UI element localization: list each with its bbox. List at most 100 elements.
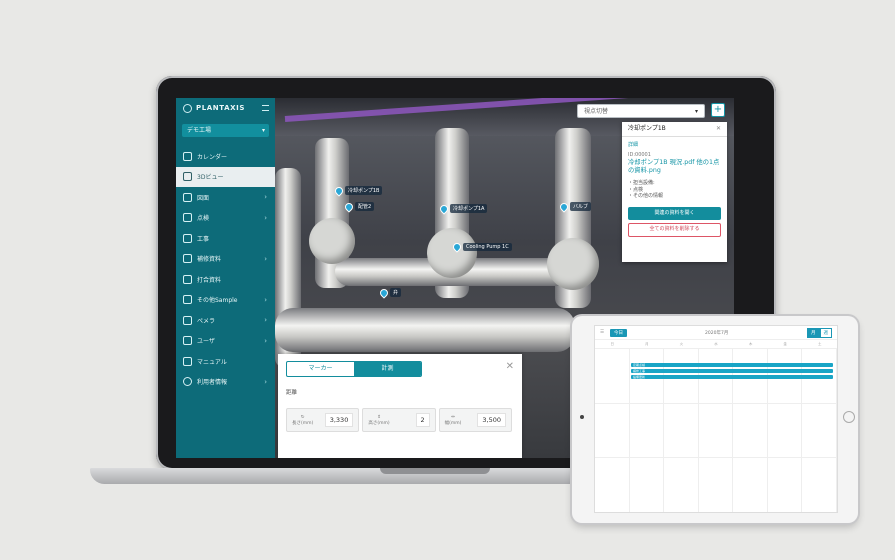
detail-id: ID:00001 [628, 152, 651, 158]
marker-pin[interactable]: バルブ [558, 200, 592, 213]
day-cell[interactable] [768, 458, 803, 512]
day-cell[interactable] [664, 458, 699, 512]
sidebar-item-label: 補修資料 [197, 256, 222, 264]
today-button[interactable]: 今日 [610, 328, 628, 337]
viewpoint-select[interactable]: 視点切替 ▾ [577, 104, 705, 118]
height-field: ⇕ 高さ(mm) 2 [362, 408, 436, 432]
day-cell[interactable] [733, 458, 768, 512]
marker-pin[interactable]: 弁 [378, 286, 402, 299]
sidebar-item-account[interactable]: 利用者情報 › [176, 372, 275, 393]
calendar-event[interactable]: 定期点検 [631, 363, 833, 367]
detail-title: 冷却ポンプ1B ✕ [622, 122, 727, 137]
sidebar-item-construction[interactable]: 工事 [176, 228, 275, 249]
inspection-icon [183, 213, 192, 223]
hamburger-menu-icon[interactable] [262, 105, 269, 111]
calendar-screen: ☰ 今日 2020年7月 月 週 日 月 火 水 木 金 土 定期点検 補修工事… [594, 325, 838, 513]
pump-body [309, 218, 355, 264]
pin-icon [333, 184, 345, 197]
sidebar-item-users[interactable]: ユーザ › [176, 331, 275, 352]
sidebar-item-label: 利用者情報 [197, 379, 228, 387]
length-value[interactable]: 3,330 [324, 413, 354, 427]
day-cell[interactable] [630, 458, 665, 512]
cube-icon [183, 172, 192, 182]
manual-icon [183, 356, 192, 366]
home-button [843, 411, 855, 423]
height-value[interactable]: 2 [415, 413, 430, 427]
day-cell[interactable] [664, 403, 699, 459]
construction-icon [183, 233, 192, 243]
chevron-right-icon: › [264, 213, 267, 222]
detail-comment: ・担当設備: ・点検 ・その他の情報 [628, 180, 664, 199]
marker-pin[interactable]: 冷却ポンプ1B [333, 184, 383, 197]
sidebar-item-label: 工事 [197, 235, 210, 243]
camera-icon [580, 415, 584, 419]
marker-pin[interactable]: 配管2 [343, 200, 375, 213]
sidebar-item-3dview[interactable]: 3Dビュー [176, 166, 275, 187]
calendar-event[interactable]: 補修工事 [631, 369, 833, 373]
chevron-right-icon: › [264, 295, 267, 304]
day-cell[interactable] [767, 403, 803, 459]
sidebar: PLANTAXIS デモ工場 カレンダー 3Dビュー 図面 › 点検 › 工事 補修… [176, 98, 275, 458]
logo-icon [183, 103, 192, 113]
account-icon [183, 377, 192, 387]
laptop-notch [380, 468, 490, 474]
detail-panel: 冷却ポンプ1B ✕ 詳細 ID:00001 冷却ポンプ1B 現況.pdf 他の1点… [622, 122, 727, 262]
add-viewpoint-button[interactable]: + [711, 103, 725, 117]
measurement-fields: ↻ 長さ(mm) 3,330 ⇕ 高さ(mm) 2 ⇔ 幅(mm) 3,500 [286, 408, 512, 432]
tab-marker[interactable]: マーカー [287, 362, 354, 376]
pin-icon [438, 202, 450, 215]
delete-docs-button[interactable]: 全ての資料を削除する [628, 222, 721, 237]
chevron-down-icon: ▾ [694, 108, 698, 115]
meeting-doc-icon [183, 274, 192, 284]
close-icon[interactable]: ✕ [716, 122, 721, 136]
view-month[interactable]: 月 [807, 327, 820, 338]
sidebar-item-manual[interactable]: マニュアル [176, 351, 275, 372]
view-week[interactable]: 週 [819, 327, 832, 338]
sidebar-item-label: 3Dビュー [197, 174, 224, 182]
sidebar-item-label: 点検 [197, 215, 210, 223]
marker-pin[interactable]: Cooling Pump 1C [451, 241, 512, 253]
open-docs-button[interactable]: 関連の資料を開く [628, 206, 721, 220]
day-cell[interactable] [595, 403, 630, 459]
marker-pin[interactable]: 冷却ポンプ1A [438, 202, 488, 215]
sidebar-item-label: カレンダー [197, 153, 228, 161]
sidebar-item-camera[interactable]: ペメラ › [176, 310, 275, 331]
day-cell[interactable] [802, 458, 837, 512]
calendar-toolbar: ☰ 今日 2020年7月 月 週 [595, 326, 837, 340]
menu-icon[interactable]: ☰ [600, 330, 604, 335]
day-cell[interactable] [699, 458, 734, 512]
sidebar-item-calendar[interactable]: カレンダー [176, 146, 275, 167]
folder-icon [183, 295, 192, 305]
detail-file-link[interactable]: 冷却ポンプ1B 現況.pdf 他の1点の資料.png [622, 158, 727, 175]
user-icon [183, 336, 192, 346]
day-cell[interactable] [629, 403, 665, 459]
chevron-right-icon: › [264, 316, 267, 325]
pin-icon [378, 286, 390, 299]
day-cell[interactable] [595, 458, 630, 512]
tab-measure[interactable]: 計測 [354, 362, 421, 376]
pin-icon [343, 200, 355, 213]
sidebar-item-label: 図面 [197, 194, 210, 202]
close-icon[interactable]: ✕ [506, 361, 514, 372]
sidebar-item-other[interactable]: その他Sample › [176, 290, 275, 311]
width-value[interactable]: 3,500 [477, 413, 506, 427]
measurement-subtitle: 距離 [286, 390, 298, 396]
calendar-grid: 定期点検 補修工事 設備更新 [595, 349, 837, 512]
length-field: ↻ 長さ(mm) 3,330 [286, 408, 360, 432]
weekday-header: 日 月 火 水 木 金 土 [595, 340, 837, 349]
pump-body [547, 238, 599, 290]
day-cell[interactable] [595, 349, 630, 404]
day-cell[interactable] [802, 403, 837, 459]
sidebar-item-repair-docs[interactable]: 補修資料 › [176, 249, 275, 270]
drawing-icon [183, 192, 192, 202]
sidebar-item-label: マニュアル [197, 358, 227, 366]
day-cell[interactable] [698, 403, 734, 459]
day-cell[interactable] [733, 403, 768, 459]
sidebar-item-inspection[interactable]: 点検 › [176, 208, 275, 229]
calendar-event[interactable]: 設備更新 [631, 375, 833, 379]
sidebar-item-drawings[interactable]: 図面 › [176, 187, 275, 208]
sidebar-item-meeting-docs[interactable]: 打合資料 [176, 269, 275, 290]
chevron-right-icon: › [264, 377, 267, 386]
project-select[interactable]: デモ工場 [182, 124, 269, 137]
tablet-mockup: ☰ 今日 2020年7月 月 週 日 月 火 水 木 金 土 定期点検 補修工事… [572, 316, 858, 523]
